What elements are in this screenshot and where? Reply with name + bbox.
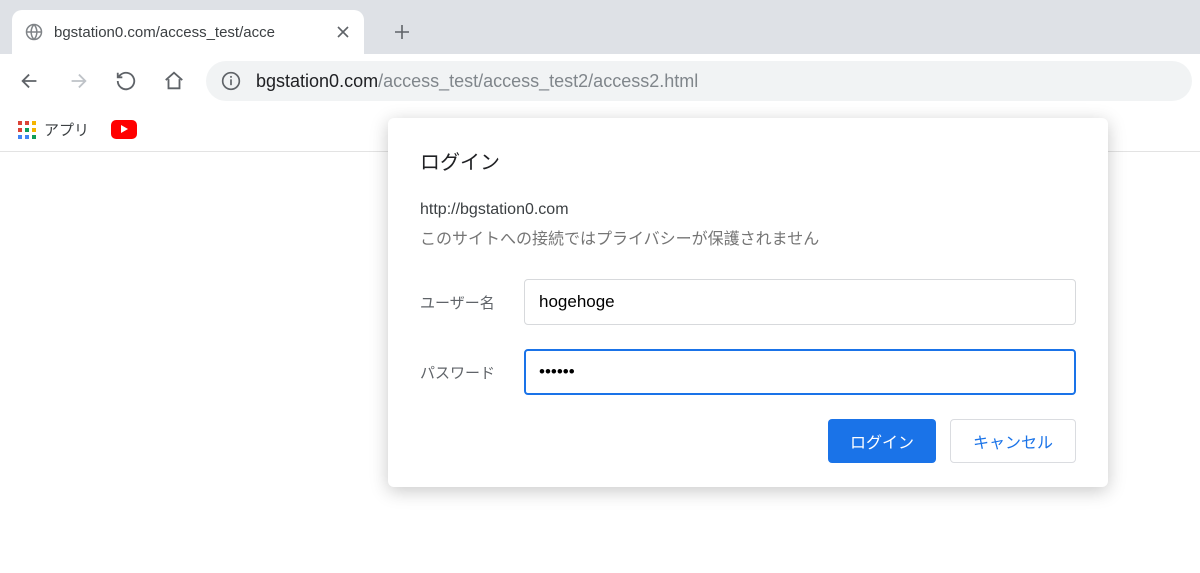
dialog-origin: http://bgstation0.com	[420, 201, 1076, 219]
username-input[interactable]	[524, 279, 1076, 325]
globe-icon	[24, 22, 44, 42]
tab-title: bgstation0.com/access_test/acce	[54, 24, 334, 41]
back-button[interactable]	[8, 61, 52, 101]
apps-label: アプリ	[44, 119, 89, 140]
apps-grid-icon	[18, 121, 36, 139]
dialog-title: ログイン	[420, 146, 1076, 175]
apps-shortcut[interactable]: アプリ	[18, 119, 89, 140]
reload-button[interactable]	[104, 61, 148, 101]
new-tab-button[interactable]	[382, 12, 422, 52]
site-info-icon[interactable]	[220, 70, 242, 92]
login-button[interactable]: ログイン	[828, 419, 936, 463]
address-bar[interactable]: bgstation0.com/access_test/access_test2/…	[206, 61, 1192, 101]
browser-tab[interactable]: bgstation0.com/access_test/acce	[12, 10, 364, 54]
browser-toolbar: bgstation0.com/access_test/access_test2/…	[0, 54, 1200, 108]
password-label: パスワード	[420, 362, 524, 383]
forward-button[interactable]	[56, 61, 100, 101]
youtube-icon	[111, 120, 137, 139]
tab-strip: bgstation0.com/access_test/acce	[0, 0, 1200, 54]
cancel-button[interactable]: キャンセル	[950, 419, 1076, 463]
username-label: ユーザー名	[420, 292, 524, 313]
close-tab-icon[interactable]	[334, 23, 352, 41]
password-input[interactable]	[524, 349, 1076, 395]
url-path: /access_test/access_test2/access2.html	[378, 71, 698, 91]
dialog-privacy-warning: このサイトへの接続ではプライバシーが保護されません	[420, 225, 1076, 249]
youtube-bookmark[interactable]	[111, 120, 137, 139]
home-button[interactable]	[152, 61, 196, 101]
url-text: bgstation0.com/access_test/access_test2/…	[256, 71, 698, 92]
http-auth-dialog: ログイン http://bgstation0.com このサイトへの接続ではプラ…	[388, 118, 1108, 487]
url-host: bgstation0.com	[256, 71, 378, 91]
